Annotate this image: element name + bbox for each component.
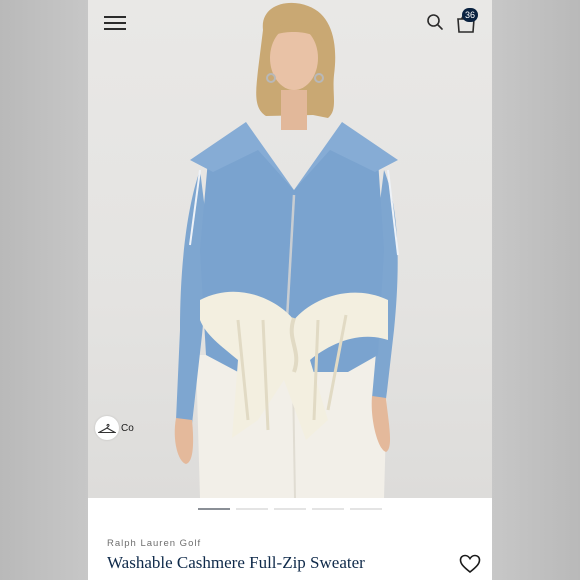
hamburger-menu-icon[interactable]: [104, 16, 126, 30]
model-photo: [174, 2, 399, 498]
product-brand: Ralph Lauren Golf: [107, 538, 202, 549]
closet-label: Co: [121, 422, 134, 434]
frame-left: [0, 0, 88, 580]
product-image[interactable]: 36 Co: [88, 0, 492, 498]
bag-count-badge: 36: [462, 8, 478, 22]
hanger-icon: [98, 423, 116, 434]
carousel-dot-4[interactable]: [312, 508, 344, 510]
carousel-dot-2[interactable]: [236, 508, 268, 510]
top-bar: 36: [88, 0, 492, 44]
product-title: Washable Cashmere Full-Zip Sweater: [107, 553, 365, 572]
heart-icon[interactable]: [459, 554, 481, 574]
frame-right: [492, 0, 580, 580]
product-screen: 36 Co Ralph Lauren Golf Washable Cashmer…: [88, 0, 492, 580]
carousel-dot-1[interactable]: [198, 508, 230, 510]
carousel-dot-3[interactable]: [274, 508, 306, 510]
search-icon[interactable]: [426, 13, 444, 31]
closet-button[interactable]: Co: [95, 416, 134, 440]
carousel-indicators: [198, 508, 388, 512]
closet-icon-wrapper: [95, 416, 119, 440]
carousel-dot-5[interactable]: [350, 508, 382, 510]
